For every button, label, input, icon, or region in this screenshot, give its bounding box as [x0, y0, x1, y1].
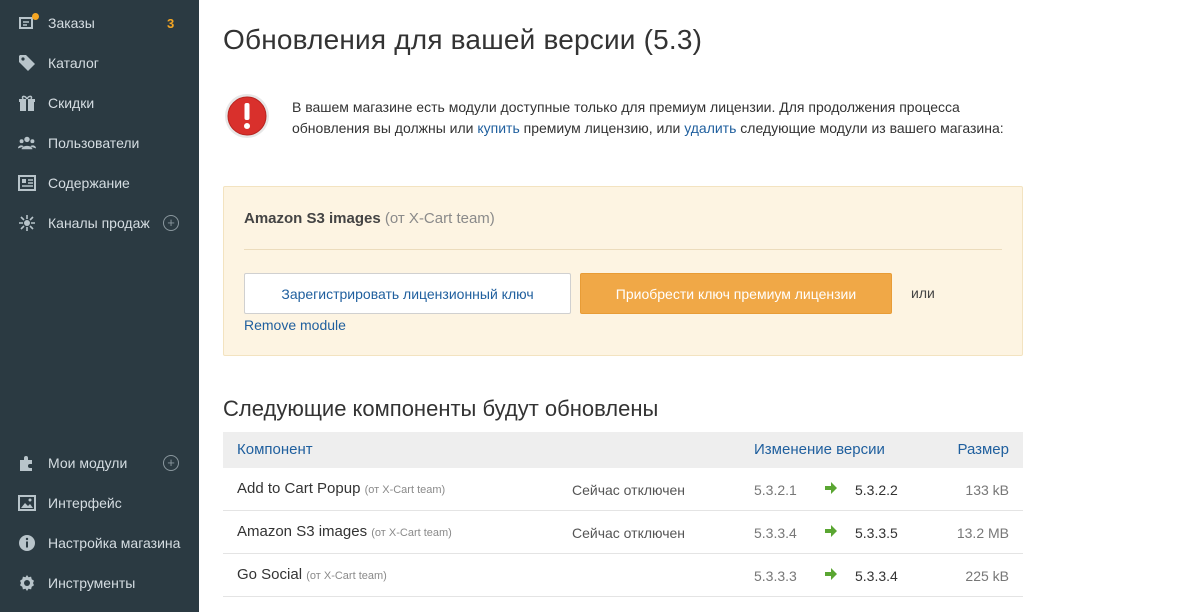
- sidebar-item-label: Заказы: [48, 15, 95, 31]
- gear-icon: [18, 574, 36, 592]
- sidebar: Заказы 3 Каталог Скидки Пользователи Сод…: [0, 0, 199, 612]
- add-sales-channel-button[interactable]: +: [163, 215, 179, 231]
- component-status: Сейчас отключен: [572, 482, 686, 498]
- component-size: 133 kB: [965, 482, 1009, 498]
- add-module-button[interactable]: +: [163, 455, 179, 471]
- component-name: Add to Cart Popup (от X-Cart team): [237, 480, 446, 497]
- table-row: Add to Cart Popup (от X-Cart team) Сейча…: [223, 468, 1023, 511]
- component-size: 225 kB: [965, 568, 1009, 584]
- component-size: 13.2 MB: [956, 525, 1009, 541]
- remove-modules-link[interactable]: удалить: [684, 120, 736, 136]
- sidebar-item-users[interactable]: Пользователи: [0, 123, 199, 163]
- table-row: Go Social (от X-Cart team) 5.3.3.3 5.3.3…: [223, 554, 1023, 597]
- gift-icon: [18, 94, 36, 112]
- sidebar-item-label: Мои модули: [48, 455, 128, 471]
- sidebar-item-catalog[interactable]: Каталог: [0, 43, 199, 83]
- users-icon: [18, 134, 36, 152]
- buy-license-link[interactable]: купить: [477, 120, 519, 136]
- tag-icon: [18, 54, 36, 72]
- sidebar-item-tools[interactable]: Инструменты: [0, 563, 199, 603]
- orders-count-badge: 3: [167, 15, 175, 31]
- arrow-right-icon: [824, 567, 838, 581]
- sidebar-item-sales-channels[interactable]: Каналы продаж +: [0, 203, 199, 243]
- sales-channels-icon: [18, 214, 36, 232]
- sidebar-item-label: Инструменты: [48, 575, 136, 591]
- old-version: 5.3.3.3: [754, 568, 797, 584]
- arrow-right-icon: [824, 481, 838, 495]
- buy-premium-license-button[interactable]: Приобрести ключ премиум лицензии: [580, 273, 892, 314]
- table-header: Компонент Изменение версии Размер: [223, 432, 1023, 468]
- components-section-title: Следующие компоненты будут обновлены: [223, 396, 659, 421]
- arrow-right-icon: [824, 524, 838, 538]
- sidebar-item-interface[interactable]: Интерфейс: [0, 483, 199, 523]
- component-author: (от X-Cart team): [364, 484, 446, 496]
- image-icon: [18, 494, 36, 512]
- sidebar-item-label: Скидки: [48, 95, 95, 111]
- components-table: Компонент Изменение версии Размер Add to…: [223, 432, 1023, 597]
- sidebar-item-label: Настройка магазина: [48, 535, 181, 551]
- info-icon: [18, 534, 36, 552]
- component-name: Amazon S3 images (от X-Cart team): [237, 523, 452, 540]
- premium-warning-text: В вашем магазине есть модули доступные т…: [292, 99, 1004, 136]
- new-version: 5.3.2.2: [855, 482, 898, 498]
- column-header-size: Размер: [957, 441, 1009, 458]
- module-author: (от X-Cart team): [384, 210, 495, 227]
- notification-dot: [32, 13, 39, 20]
- component-author: (от X-Cart team): [306, 570, 387, 582]
- remove-module-link[interactable]: Remove module: [244, 317, 346, 333]
- new-version: 5.3.3.5: [855, 525, 898, 541]
- module-name: Amazon S3 images: [244, 210, 381, 227]
- or-text: или: [911, 285, 935, 301]
- new-version: 5.3.3.4: [855, 568, 898, 584]
- page-title: Обновления для вашей версии (5.3): [223, 24, 703, 55]
- module-title: Amazon S3 images (от X-Cart team): [244, 210, 495, 227]
- sidebar-item-label: Каналы продаж: [48, 215, 150, 231]
- column-header-version-change: Изменение версии: [754, 441, 885, 458]
- column-header-component: Компонент: [237, 441, 313, 458]
- table-row: Amazon S3 images (от X-Cart team) Сейчас…: [223, 511, 1023, 554]
- main-content: Обновления для вашей версии (5.3) В ваше…: [199, 0, 1201, 612]
- divider: [244, 249, 1002, 250]
- old-version: 5.3.2.1: [754, 482, 797, 498]
- register-license-key-button[interactable]: Зарегистрировать лицензионный ключ: [244, 273, 571, 314]
- sidebar-item-store-setup[interactable]: Настройка магазина: [0, 523, 199, 563]
- sidebar-item-discounts[interactable]: Скидки: [0, 83, 199, 123]
- component-status: Сейчас отключен: [572, 525, 686, 541]
- sidebar-item-my-modules[interactable]: Мои модули +: [0, 443, 199, 483]
- content-icon: [18, 174, 36, 192]
- alert-icon: [224, 93, 270, 139]
- component-author: (от X-Cart team): [371, 527, 452, 539]
- sidebar-item-label: Интерфейс: [48, 495, 122, 511]
- sidebar-item-label: Пользователи: [48, 135, 140, 151]
- orders-icon: [18, 13, 39, 32]
- sidebar-item-label: Каталог: [48, 55, 99, 71]
- component-name: Go Social (от X-Cart team): [237, 566, 387, 583]
- old-version: 5.3.3.4: [754, 525, 797, 541]
- sidebar-item-content[interactable]: Содержание: [0, 163, 199, 203]
- sidebar-item-label: Содержание: [48, 175, 130, 191]
- sidebar-item-orders[interactable]: Заказы 3: [0, 3, 199, 43]
- puzzle-icon: [18, 454, 36, 472]
- premium-module-box: Amazon S3 images (от X-Cart team) Зареги…: [223, 186, 1023, 356]
